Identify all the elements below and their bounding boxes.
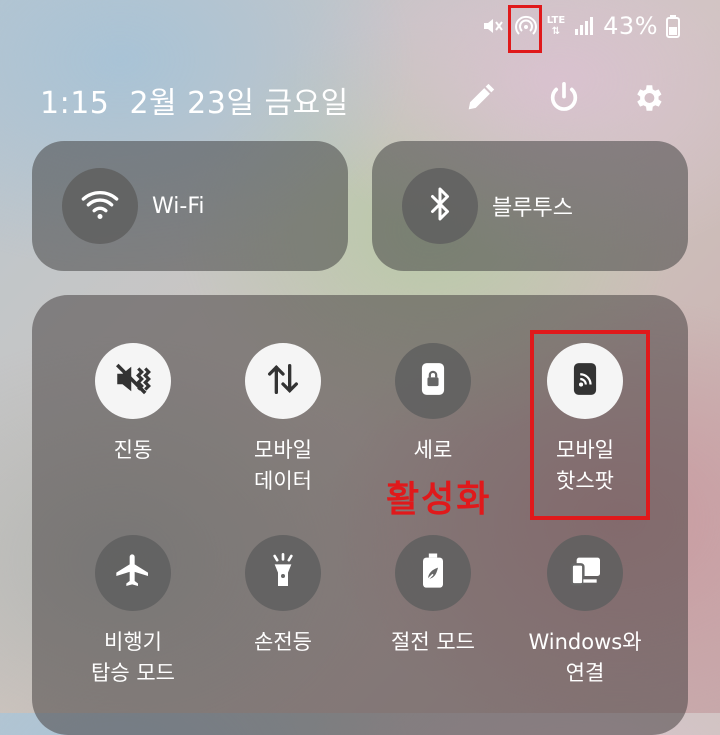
bluetooth-tile[interactable]: 블루투스 [372, 141, 688, 271]
time-text: 1:15 [40, 86, 110, 121]
tile-label-mobile-data: 모바일 데이터 [254, 438, 312, 493]
mobile-data-icon [263, 359, 303, 403]
tile-power-saving[interactable]: 절전 모드 [363, 535, 503, 658]
lte-icon: LTE ⇅ [547, 15, 565, 37]
hotspot-status-highlight [508, 5, 542, 53]
power-button[interactable] [544, 80, 584, 120]
vibrate-toggle[interactable] [95, 343, 171, 419]
power-icon [547, 81, 581, 119]
tile-label-airplane: 비행기 탑승 모드 [91, 630, 175, 685]
airplane-icon [113, 551, 153, 595]
airplane-toggle[interactable] [95, 535, 171, 611]
bluetooth-toggle[interactable] [402, 168, 478, 244]
pencil-icon [463, 81, 497, 119]
power-saving-icon [413, 551, 453, 595]
wifi-tile[interactable]: Wi-Fi [32, 141, 348, 271]
power-saving-toggle[interactable] [395, 535, 471, 611]
wifi-toggle[interactable] [62, 168, 138, 244]
link-to-windows-icon [565, 551, 605, 595]
settings-button[interactable] [628, 80, 668, 120]
wifi-label: Wi-Fi [152, 193, 205, 219]
edit-button[interactable] [460, 80, 500, 120]
gear-icon [631, 81, 665, 119]
portrait-lock-icon [414, 360, 452, 402]
data-arrows-icon: ⇅ [551, 26, 561, 37]
tile-label-portrait: 세로 [413, 438, 453, 462]
tile-label-vibrate: 진동 [113, 438, 153, 462]
tile-label-power-saving: 절전 모드 [391, 630, 475, 654]
quick-panel-header: 1:15 2월 23일 금요일 [40, 78, 680, 122]
vibrate-icon [112, 358, 154, 404]
clock: 1:15 2월 23일 금요일 [40, 78, 349, 122]
lte-label: LTE [546, 15, 566, 26]
tile-flashlight[interactable]: 손전등 [213, 535, 353, 658]
bluetooth-icon [422, 186, 458, 226]
bluetooth-label: 블루투스 [492, 196, 573, 221]
tile-portrait[interactable]: 세로 [363, 343, 503, 466]
battery-icon [666, 14, 680, 38]
date-text: 2월 23일 금요일 [129, 86, 349, 121]
activate-annotation: 활성화 [386, 479, 492, 520]
hotspot-highlight-box [530, 330, 650, 520]
battery-percent: 43% [603, 12, 658, 40]
link-to-windows-toggle[interactable] [547, 535, 623, 611]
portrait-toggle[interactable] [395, 343, 471, 419]
signal-icon [573, 15, 595, 37]
tile-link-to-windows[interactable]: Windows와 연결 [515, 535, 655, 689]
tile-label-flashlight: 손전등 [254, 630, 312, 654]
tile-label-link-to-windows: Windows와 연결 [528, 630, 642, 685]
flashlight-toggle[interactable] [245, 535, 321, 611]
flashlight-icon [263, 551, 303, 595]
tile-mobile-data[interactable]: 모바일 데이터 [213, 343, 353, 497]
wifi-icon [80, 184, 120, 228]
tile-airplane[interactable]: 비행기 탑승 모드 [63, 535, 203, 689]
mute-icon [481, 14, 505, 38]
mobile-data-toggle[interactable] [245, 343, 321, 419]
tile-vibrate[interactable]: 진동 [63, 343, 203, 466]
